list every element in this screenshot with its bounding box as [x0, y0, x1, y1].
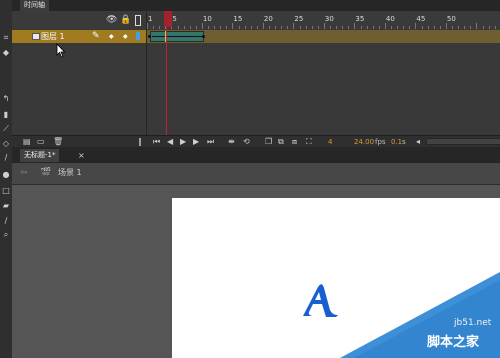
clapperboard-icon: 🎬: [40, 168, 52, 178]
elapsed-time-value[interactable]: 0.1: [391, 137, 402, 147]
frame-tick-label: 25: [294, 15, 304, 23]
mouse-cursor-icon: [56, 43, 66, 58]
rectangle-tool-icon[interactable]: ◇: [1, 139, 11, 149]
playhead-line: [166, 27, 167, 135]
frame-tick-label: 40: [385, 15, 395, 23]
bone-tool-icon[interactable]: □: [1, 186, 11, 196]
layer-name[interactable]: 图层 1: [41, 31, 65, 42]
play-icon[interactable]: ▶: [180, 137, 186, 147]
frame-tick-label: 30: [324, 15, 334, 23]
edit-bar: [12, 163, 500, 185]
line-tool-icon[interactable]: ⟋: [1, 124, 11, 134]
visibility-dot-icon[interactable]: ◆: [109, 31, 114, 42]
elapsed-time-unit: s: [402, 138, 406, 146]
close-icon[interactable]: ×: [78, 150, 85, 162]
watermark-url: jb51.net: [454, 318, 492, 328]
pencil-edit-icon: ✎: [92, 31, 100, 41]
frame-tick-label: 35: [355, 15, 365, 23]
frame-tick-label: 45: [416, 15, 426, 23]
go-to-last-frame-icon[interactable]: ⏭: [207, 137, 214, 147]
center-frame-icon[interactable]: ⇼: [228, 137, 235, 147]
scene-breadcrumb[interactable]: 场景 1: [58, 167, 82, 179]
current-frame-marker: [165, 31, 169, 42]
frame-tick-label: 20: [263, 15, 273, 23]
layer-outline-swatch[interactable]: [136, 32, 140, 40]
tween-arrow-line: [152, 36, 202, 37]
eye-icon[interactable]: 👁: [106, 15, 117, 25]
lock-icon[interactable]: 🔒: [120, 15, 131, 25]
paint-bucket-icon[interactable]: ▰: [1, 201, 11, 211]
step-forward-icon[interactable]: ▶: [193, 137, 199, 147]
panel-divider-icon: ‖: [138, 137, 142, 146]
onion-skin-outlines-icon[interactable]: ⧉: [278, 137, 284, 147]
timeline-horizontal-scrollbar[interactable]: [426, 138, 500, 145]
layer-icon: [32, 33, 40, 40]
scroll-left-icon[interactable]: ◂: [416, 137, 420, 147]
pencil-tool-icon[interactable]: /: [1, 153, 11, 163]
step-back-icon[interactable]: ◀: [167, 137, 173, 147]
onion-skin-icon[interactable]: ❐: [265, 137, 272, 147]
current-frame-readout[interactable]: 4: [328, 137, 332, 147]
timeline-body[interactable]: [12, 29, 500, 135]
stage-letter-a-shape[interactable]: [300, 282, 340, 320]
free-transform-icon[interactable]: ⌗: [1, 33, 11, 43]
delete-layer-icon[interactable]: 🗑: [53, 137, 63, 147]
fps-value[interactable]: 24.00: [354, 137, 374, 147]
keyframe-start-icon[interactable]: [148, 35, 151, 38]
loop-icon[interactable]: ⟲: [243, 137, 250, 147]
frame-tick-label: 1: [148, 15, 153, 23]
tab-timeline[interactable]: 时间轴: [20, 0, 49, 11]
text-tool-icon[interactable]: ▮: [1, 110, 11, 120]
pen-icon[interactable]: ↰: [1, 94, 11, 104]
zoom-tool-icon[interactable]: ⌕: [1, 230, 11, 240]
new-folder-icon[interactable]: ▭: [37, 137, 45, 147]
tab-document[interactable]: 无标题-1*: [20, 149, 60, 162]
frame-tick-label: 50: [446, 15, 456, 23]
frame-tick-label: 5: [172, 15, 177, 23]
layer-row[interactable]: 图层 1 ✎ ◆ ◆: [12, 30, 146, 43]
new-layer-icon[interactable]: ▤: [23, 137, 31, 147]
outline-icon[interactable]: [135, 15, 141, 26]
keyframe-end-icon[interactable]: [202, 35, 205, 38]
go-to-first-frame-icon[interactable]: ⏮: [153, 137, 160, 147]
lasso-icon[interactable]: ◆: [1, 48, 11, 58]
eyedropper-icon[interactable]: ∕: [1, 216, 11, 226]
modify-onion-markers-icon[interactable]: ⛶: [306, 137, 312, 147]
brush-tool-icon[interactable]: ●: [1, 170, 11, 180]
watermark-text: 脚本之家: [427, 335, 480, 350]
lock-dot-icon[interactable]: ◆: [123, 31, 128, 42]
back-arrow-icon[interactable]: ⇦: [20, 167, 28, 179]
frame-tick-label: 10: [202, 15, 212, 23]
document-tabbar: 无标题-1* ×: [12, 147, 500, 163]
playhead-handle[interactable]: [164, 11, 172, 27]
edit-multiple-frames-icon[interactable]: ⧈: [292, 137, 297, 147]
frame-tick-label: 15: [233, 15, 243, 23]
fps-unit: fps: [375, 138, 386, 146]
